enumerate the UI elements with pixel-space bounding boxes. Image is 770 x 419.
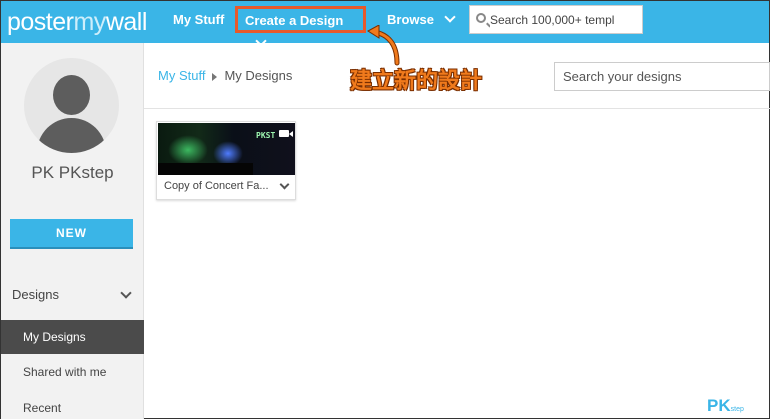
- design-title[interactable]: Copy of Concert Fa...: [164, 180, 274, 192]
- search-icon: [476, 13, 486, 23]
- thumbnail-brand-text: PKST: [256, 131, 276, 140]
- annotation-arrow-icon: [367, 25, 400, 66]
- design-card[interactable]: PKST Copy of Concert Fa...: [156, 121, 296, 200]
- chevron-down-icon[interactable]: [120, 287, 132, 299]
- stage-light-green: [168, 135, 208, 165]
- avatar[interactable]: [24, 58, 119, 153]
- pkstep-watermark: PKstep: [707, 396, 744, 416]
- create-design-label: Create a Design: [245, 13, 344, 28]
- sidebar: PK PKstep NEW Designs My Designs Shared …: [1, 43, 144, 419]
- logo-text-wall: wall: [105, 8, 148, 36]
- search-designs-input[interactable]: [555, 63, 769, 90]
- breadcrumb-separator-icon: [212, 72, 218, 81]
- sidebar-item-my-designs[interactable]: My Designs: [1, 320, 144, 354]
- video-icon: [279, 130, 293, 137]
- avatar-head-shape: [53, 75, 90, 115]
- sidebar-section-designs[interactable]: Designs: [12, 287, 59, 302]
- postermywall-logo[interactable]: postermywall: [7, 5, 147, 39]
- breadcrumb-my-stuff[interactable]: My Stuff: [158, 68, 205, 83]
- annotation-label: 建立新的設計: [350, 69, 483, 94]
- template-search-input[interactable]: [490, 8, 640, 31]
- breadcrumb-my-designs: My Designs: [224, 68, 293, 83]
- username: PK PKstep: [31, 163, 114, 182]
- logo-text-my: my: [73, 8, 106, 36]
- watermark-main: PK: [707, 396, 731, 415]
- design-thumbnail[interactable]: PKST: [158, 123, 295, 175]
- divider: [144, 108, 770, 109]
- avatar-body-shape: [37, 118, 106, 153]
- chevron-down-icon: [444, 11, 456, 23]
- crowd-silhouette: [158, 163, 253, 175]
- new-design-button[interactable]: NEW: [10, 219, 133, 249]
- nav-create-a-design[interactable]: Create a Design: [235, 6, 366, 47]
- template-search-box[interactable]: [469, 5, 643, 34]
- chevron-down-icon: [255, 35, 267, 47]
- watermark-sub: step: [730, 406, 744, 413]
- chevron-down-icon[interactable]: [279, 179, 290, 190]
- sidebar-item-recent[interactable]: Recent: [1, 391, 144, 419]
- nav-my-stuff[interactable]: My Stuff: [173, 1, 224, 39]
- sidebar-item-shared-with-me[interactable]: Shared with me: [1, 355, 144, 389]
- search-designs-box[interactable]: [554, 62, 770, 91]
- breadcrumb: My Stuff My Designs: [158, 68, 292, 83]
- logo-text-poster: poster: [7, 8, 74, 36]
